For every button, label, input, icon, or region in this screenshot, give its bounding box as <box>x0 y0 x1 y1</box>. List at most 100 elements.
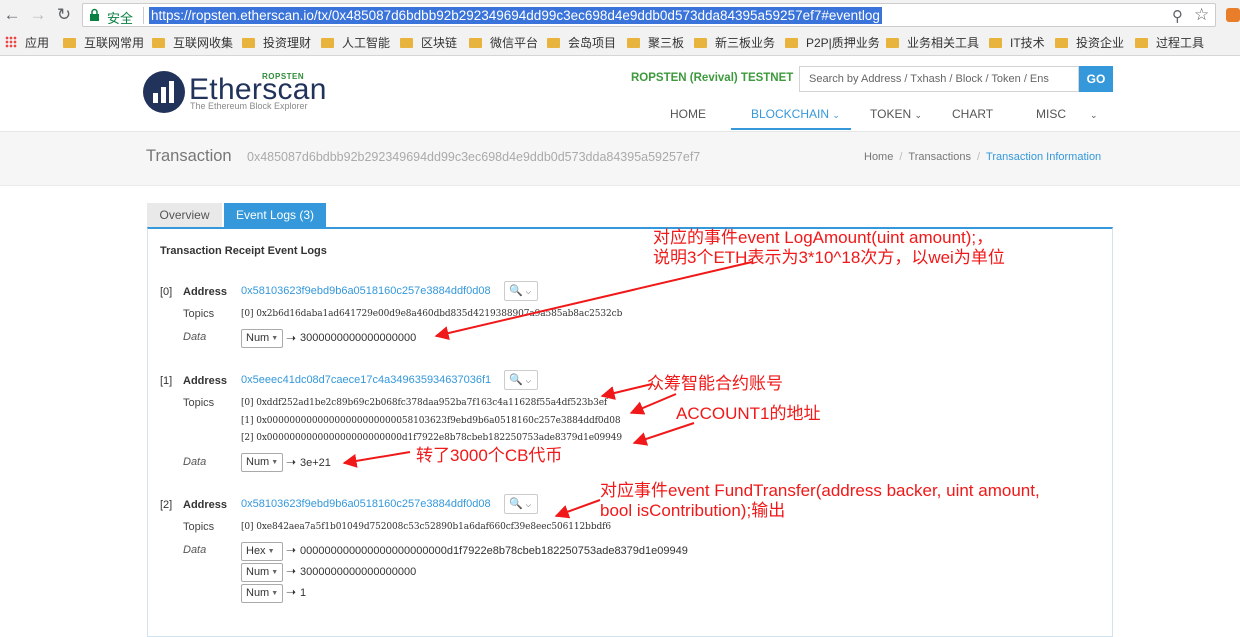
right-arrow-icon: ➝ <box>286 331 297 345</box>
log-index: [2] <box>160 499 173 511</box>
topic-value: [0] 0xe842aea7a5f1b01049d752008c53c52890… <box>241 522 612 532</box>
topic-value: [1] 0x00000000000000000000000058103623f9… <box>241 416 621 426</box>
chevron-down-icon: ▼ <box>271 590 279 597</box>
chevron-down-icon: ▼ <box>271 459 279 466</box>
bookmarks-bar: 应用 互联网常用 互联网收集 投资理财 人工智能 区块链 微信平台 会岛项目 聚… <box>0 31 1240 56</box>
bookmark-apps[interactable]: 应用 <box>5 35 49 52</box>
address-bar-divider <box>143 7 144 24</box>
annotation-note: 转了3000个CB代币 <box>416 446 563 465</box>
page-title: Transaction <box>146 147 232 165</box>
folder-icon <box>1135 38 1148 48</box>
go-button[interactable]: GO <box>1079 66 1113 92</box>
annotation-note: bool isContribution);输出 <box>600 501 786 520</box>
folder-icon <box>785 38 798 48</box>
bookmark-folder[interactable]: 新三板业务 <box>694 35 775 52</box>
log-address-link[interactable]: 0x5eeec41dc08d7caece17c4a349635934637036… <box>241 374 491 386</box>
bookmark-folder[interactable]: 过程工具 <box>1135 35 1204 52</box>
zoom-icon[interactable]: ⚲ <box>1172 7 1183 25</box>
search-input[interactable] <box>800 67 1070 91</box>
nav-home[interactable]: HOME <box>670 107 706 121</box>
bookmark-folder[interactable]: 人工智能 <box>321 35 390 52</box>
address-label: Address <box>183 375 228 387</box>
etherscan-logo-icon[interactable] <box>143 71 185 113</box>
data-value: 3e+21 <box>300 457 331 469</box>
breadcrumb-current: Transaction Information <box>986 151 1102 163</box>
data-format-select[interactable]: Num ▼ <box>241 563 283 582</box>
browser-toolbar: ← → ↻ 安全 https://ropsten.etherscan.io/tx… <box>0 0 1240 31</box>
chevron-down-icon[interactable]: ⌄ <box>1090 107 1098 121</box>
logo-network-label: ROPSTEN <box>262 72 305 81</box>
star-icon[interactable]: ☆ <box>1194 5 1209 25</box>
bookmark-folder[interactable]: 微信平台 <box>469 35 538 52</box>
data-format-select[interactable]: Num ▼ <box>241 584 283 603</box>
folder-icon <box>886 38 899 48</box>
reload-icon[interactable]: ↻ <box>53 5 75 25</box>
bookmark-folder[interactable]: 业务相关工具 <box>886 35 979 52</box>
nav-chart[interactable]: CHART <box>952 107 993 121</box>
chevron-down-icon: ▼ <box>271 569 279 576</box>
logo-subtitle: The Ethereum Block Explorer <box>190 101 308 111</box>
address-bar[interactable]: 安全 https://ropsten.etherscan.io/tx/0x485… <box>82 3 1216 27</box>
chevron-down-icon: ▼ <box>271 335 279 342</box>
bookmark-folder[interactable]: 互联网常用 <box>63 35 144 52</box>
folder-icon <box>627 38 640 48</box>
magnifier-icon: 🔍 <box>509 374 523 386</box>
bookmark-folder[interactable]: IT技术 <box>989 35 1045 52</box>
data-value: 000000000000000000000000d1f7922e8b78cbeb… <box>300 545 688 557</box>
breadcrumb-home[interactable]: Home <box>864 151 893 163</box>
folder-icon <box>547 38 560 48</box>
apps-grid-icon <box>5 36 17 48</box>
folder-icon <box>152 38 165 48</box>
url-text[interactable]: https://ropsten.etherscan.io/tx/0x485087… <box>149 7 882 24</box>
topic-value: [0] 0xddf252ad1be2c89b69c2b068fc378daa95… <box>241 398 608 408</box>
folder-icon <box>242 38 255 48</box>
network-label: ROPSTEN (Revival) TESTNET <box>631 72 794 84</box>
active-nav-indicator <box>731 128 851 130</box>
magnifier-dropdown[interactable]: 🔍 ⌵ <box>504 494 538 514</box>
bookmark-folder[interactable]: 投资理财 <box>242 35 311 52</box>
right-arrow-icon: ➝ <box>286 543 297 557</box>
secure-label: 安全 <box>107 11 134 26</box>
forward-arrow-icon[interactable]: → <box>27 5 49 25</box>
transaction-hash: 0x485087d6bdbb92b292349694dd99c3ec698d4e… <box>247 150 701 164</box>
log-address-link[interactable]: 0x58103623f9ebd9b6a0518160c257e3884ddf0d… <box>241 285 491 297</box>
extension-icon[interactable] <box>1226 8 1240 22</box>
log-index: [1] <box>160 375 173 387</box>
data-format-select[interactable]: Hex ▼ <box>241 542 283 561</box>
folder-icon <box>469 38 482 48</box>
topics-label: Topics <box>183 397 215 409</box>
log-index: [0] <box>160 286 173 298</box>
data-format-select[interactable]: Num ▼ <box>241 453 283 472</box>
chevron-down-icon: ⌄ <box>914 110 923 120</box>
right-arrow-icon: ➝ <box>286 455 297 469</box>
bookmark-folder[interactable]: 区块链 <box>400 35 457 52</box>
magnifier-icon: 🔍 <box>509 498 523 510</box>
bookmark-folder[interactable]: 互联网收集 <box>152 35 233 52</box>
right-arrow-icon: ➝ <box>286 585 297 599</box>
data-format-select[interactable]: Num ▼ <box>241 329 283 348</box>
back-arrow-icon[interactable]: ← <box>1 5 23 25</box>
magnifier-dropdown[interactable]: 🔍 ⌵ <box>504 370 538 390</box>
nav-blockchain[interactable]: BLOCKCHAIN ⌄ <box>751 107 840 121</box>
bookmark-folder[interactable]: 投资企业 <box>1055 35 1124 52</box>
bookmark-folder[interactable]: 会岛项目 <box>547 35 616 52</box>
data-label: Data <box>183 544 207 556</box>
lock-icon <box>90 8 99 21</box>
bookmark-folder[interactable]: P2P|质押业务 <box>785 35 880 52</box>
annotation-note: ACCOUNT1的地址 <box>676 404 821 423</box>
tab-event-logs[interactable]: Event Logs (3) <box>224 203 326 227</box>
topic-value: [0] 0x2b6d16daba1ad641729e00d9e8a460dbd8… <box>241 309 623 319</box>
folder-icon <box>1055 38 1068 48</box>
breadcrumb-transactions[interactable]: Transactions <box>908 151 971 163</box>
address-label: Address <box>183 286 228 298</box>
chevron-down-icon: ▼ <box>267 548 275 555</box>
bookmark-folder[interactable]: 聚三板 <box>627 35 684 52</box>
magnifier-dropdown[interactable]: 🔍 ⌵ <box>504 281 538 301</box>
tab-overview[interactable]: Overview <box>147 203 222 227</box>
log-address-link[interactable]: 0x58103623f9ebd9b6a0518160c257e3884ddf0d… <box>241 498 491 510</box>
folder-icon <box>321 38 334 48</box>
chevron-down-icon: ⌄ <box>832 110 840 120</box>
nav-token[interactable]: TOKEN ⌄ <box>870 107 922 121</box>
nav-misc[interactable]: MISC <box>1036 107 1066 121</box>
magnifier-icon: 🔍 <box>509 285 523 297</box>
